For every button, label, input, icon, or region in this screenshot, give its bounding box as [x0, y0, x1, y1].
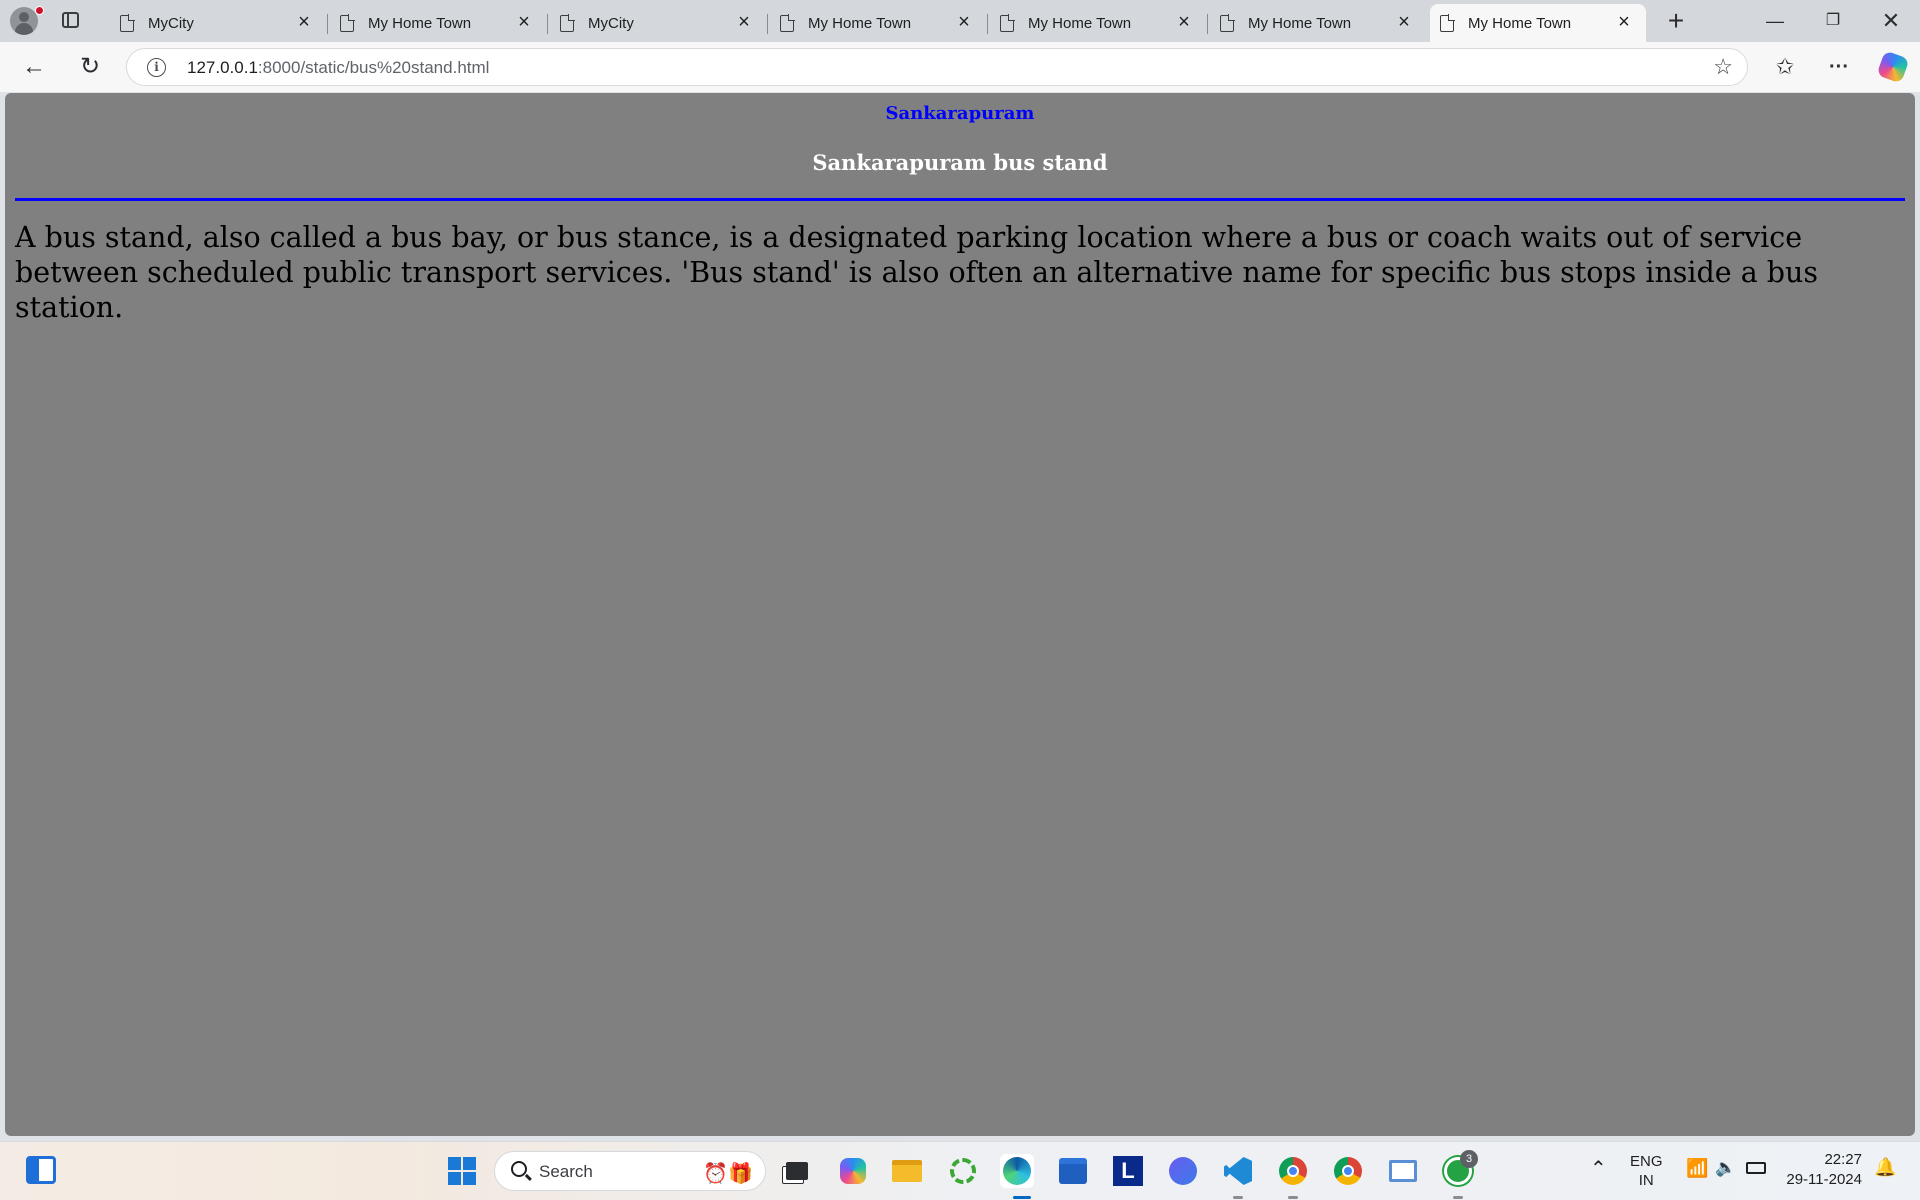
tab-actions-icon[interactable]	[60, 10, 82, 32]
page-icon	[340, 13, 355, 32]
copilot-app-icon[interactable]	[836, 1154, 870, 1188]
article-paragraph: A bus stand, also called a bus bay, or b…	[15, 221, 1818, 324]
close-icon[interactable]: ×	[1174, 12, 1194, 32]
tab[interactable]: MyCity ×	[550, 4, 768, 42]
restore-icon[interactable]: ❐	[1810, 6, 1856, 36]
language-label: ENG	[1630, 1153, 1663, 1170]
tab-label: My Home Town	[1248, 14, 1352, 32]
tab[interactable]: MyCity ×	[110, 4, 328, 42]
heading-divider	[15, 198, 1905, 201]
notification-bell-icon[interactable]: 🔔	[1874, 1157, 1896, 1178]
page-icon	[560, 13, 575, 32]
favorite-star-icon[interactable]: ☆	[1713, 54, 1733, 80]
tab-strip: MyCity × My Home Town × MyCity × My Home…	[0, 0, 1920, 42]
remote-desktop-icon[interactable]	[1386, 1154, 1420, 1188]
new-tab-icon[interactable]: +	[1662, 7, 1690, 36]
tab-label: My Home Town	[1468, 14, 1572, 32]
l-app-icon[interactable]: L	[1111, 1154, 1145, 1188]
url-path: :8000/static/bus%20stand.html	[257, 58, 490, 77]
volume-icon[interactable]: 🔈	[1715, 1158, 1736, 1178]
search-highlight-icon: ⏰🎁	[703, 1163, 753, 1185]
arc-app-icon[interactable]	[1166, 1154, 1200, 1188]
chevron-up-icon[interactable]: ⌃	[1590, 1156, 1607, 1181]
url-host: 127.0.0.1	[187, 58, 258, 77]
page-icon	[1440, 13, 1455, 32]
refresh-icon[interactable]: ↻	[74, 51, 106, 83]
address-toolbar: ← ↻ i 127.0.0.1:8000/static/bus%20stand.…	[0, 42, 1920, 92]
site-title: Sankarapuram	[885, 103, 1035, 124]
widgets-icon[interactable]	[26, 1156, 56, 1184]
vscode-icon[interactable]	[1221, 1154, 1255, 1188]
more-icon[interactable]: ···	[1823, 51, 1855, 83]
file-explorer-icon[interactable]	[890, 1154, 924, 1188]
search-icon	[511, 1161, 527, 1177]
close-icon[interactable]: ×	[1394, 12, 1414, 32]
profile-notification-dot	[35, 6, 44, 15]
close-icon[interactable]: ×	[1614, 12, 1634, 32]
page-heading: Sankarapuram bus stand	[812, 150, 1108, 175]
tab-label: My Home Town	[808, 14, 912, 32]
start-icon[interactable]	[445, 1154, 479, 1188]
store-icon[interactable]	[1056, 1154, 1090, 1188]
favorites-icon[interactable]: ✩	[1769, 51, 1801, 83]
tab[interactable]: My Home Town ×	[990, 4, 1208, 42]
region-label: IN	[1638, 1172, 1654, 1189]
tab-label: My Home Town	[1028, 14, 1132, 32]
task-view-icon[interactable]	[780, 1154, 814, 1188]
tab[interactable]: My Home Town ×	[330, 4, 548, 42]
page-icon	[1000, 13, 1015, 32]
taskbar-search[interactable]: Search ⏰🎁	[494, 1151, 766, 1191]
page-icon	[1220, 13, 1235, 32]
page-viewport: Sankarapuram Sankarapuram bus stand A bu…	[5, 93, 1915, 1136]
tab-label: MyCity	[148, 14, 194, 32]
refresh-app-icon[interactable]	[946, 1154, 980, 1188]
close-icon[interactable]: ×	[514, 12, 534, 32]
site-info-icon[interactable]: i	[147, 58, 166, 77]
page-icon	[120, 13, 135, 32]
edge-icon[interactable]	[1000, 1154, 1034, 1188]
back-icon[interactable]: ←	[18, 51, 50, 83]
tab-active[interactable]: My Home Town ×	[1430, 4, 1646, 42]
notification-badge: 3	[1460, 1150, 1478, 1168]
copilot-icon[interactable]	[1876, 50, 1910, 84]
wifi-icon[interactable]: 📶	[1686, 1158, 1708, 1179]
close-icon[interactable]: ×	[954, 12, 974, 32]
language-indicator[interactable]: ENG IN	[1630, 1152, 1663, 1190]
profile-icon[interactable]	[10, 7, 38, 35]
clock[interactable]: 22:27 29-11-2024	[1782, 1150, 1862, 1190]
close-icon[interactable]: ×	[734, 12, 754, 32]
chrome-icon[interactable]	[1331, 1154, 1365, 1188]
battery-icon[interactable]	[1746, 1162, 1766, 1174]
tab[interactable]: My Home Town ×	[1210, 4, 1426, 42]
url-text[interactable]: 127.0.0.1:8000/static/bus%20stand.html	[187, 58, 489, 78]
address-bar[interactable]: i 127.0.0.1:8000/static/bus%20stand.html…	[126, 48, 1748, 86]
chrome-icon[interactable]	[1276, 1154, 1310, 1188]
search-label: Search	[539, 1162, 593, 1181]
window-close-icon[interactable]: ✕	[1868, 6, 1914, 36]
page-icon	[780, 13, 795, 32]
taskbar: Search ⏰🎁 L 3 ⌃ ENG IN 📶 🔈 22:27 29-11-2…	[0, 1141, 1920, 1200]
tab[interactable]: My Home Town ×	[770, 4, 988, 42]
close-icon[interactable]: ×	[294, 12, 314, 32]
minimize-icon[interactable]: —	[1752, 6, 1798, 36]
clock-time: 22:27	[1824, 1151, 1862, 1168]
tab-label: MyCity	[588, 14, 634, 32]
tab-label: My Home Town	[368, 14, 472, 32]
clock-date: 29-11-2024	[1786, 1171, 1862, 1188]
